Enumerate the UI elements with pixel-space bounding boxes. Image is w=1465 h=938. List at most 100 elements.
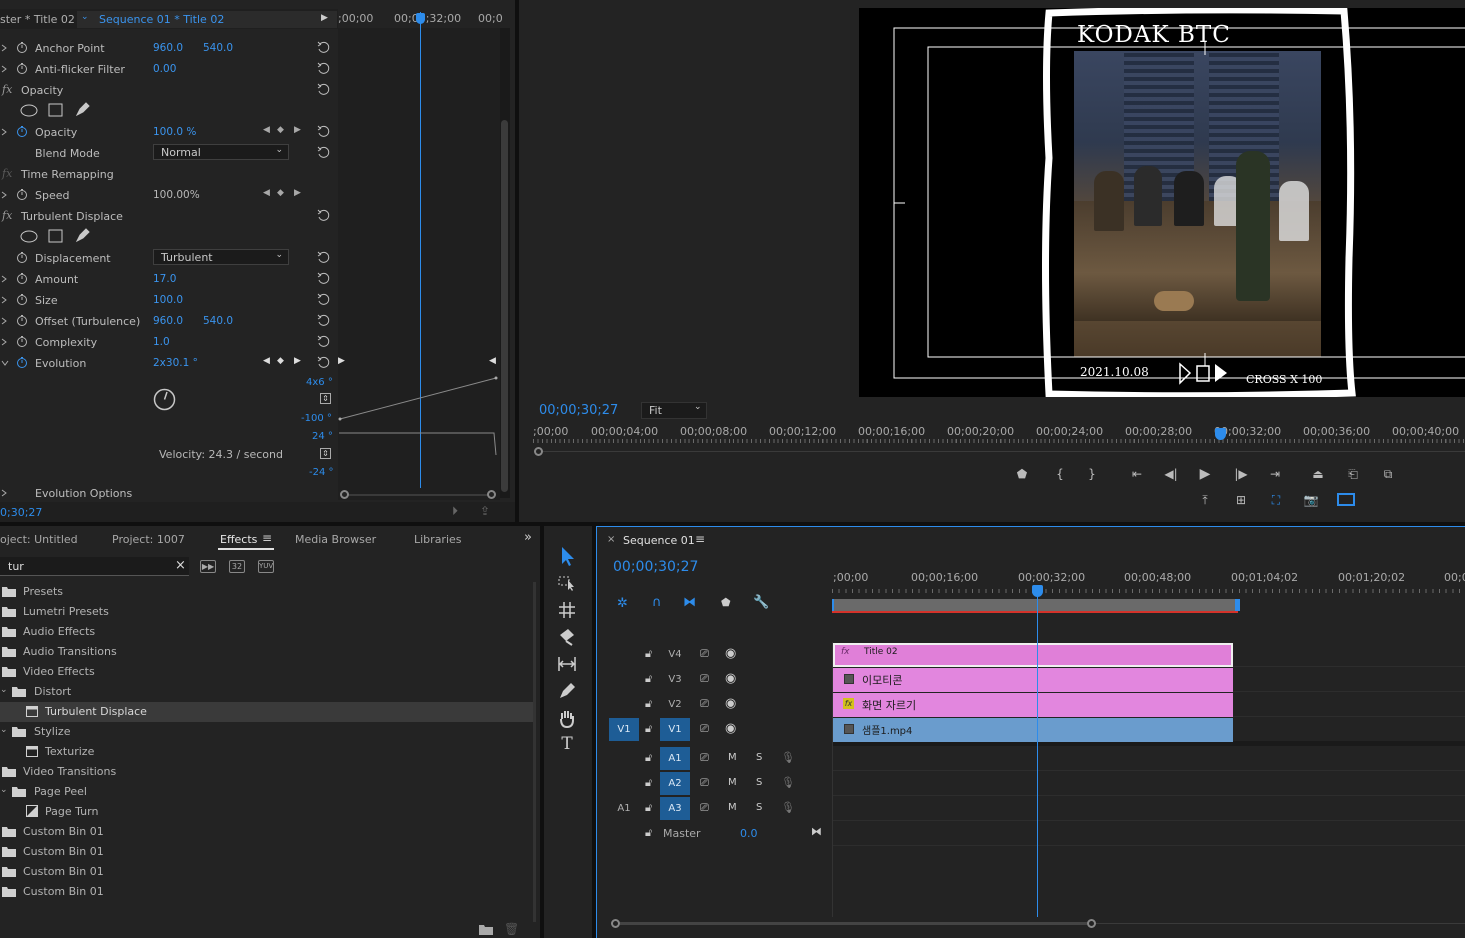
ec-scrollbar[interactable] (500, 28, 510, 498)
blend-mode-dropdown[interactable]: Normal ⌄ (153, 144, 289, 160)
ellipse-mask-icon[interactable] (20, 104, 38, 117)
reset-icon[interactable] (316, 313, 330, 327)
source-patch-a1[interactable]: A1 (609, 797, 639, 820)
prev-keyframe-icon[interactable]: ◀ (263, 125, 270, 135)
list-item[interactable]: Lumetri Presets (0, 602, 533, 622)
track-select-tool-icon[interactable] (556, 572, 578, 594)
new-bin-icon[interactable] (479, 924, 494, 936)
list-item[interactable]: Page Turn (0, 802, 533, 822)
ec-timecode[interactable]: 0;30;27 (0, 506, 42, 519)
reset-icon[interactable] (316, 124, 330, 138)
stopwatch-icon[interactable] (16, 251, 28, 263)
lock-icon[interactable]: 🔓︎ (645, 751, 652, 765)
rectangle-mask-icon[interactable] (48, 229, 63, 243)
stopwatch-icon[interactable] (16, 335, 28, 347)
sync-lock-icon[interactable]: ⎚ (700, 801, 709, 815)
add-keyframe-icon[interactable]: ◆ (277, 356, 284, 366)
extract-icon[interactable]: ⎗ (1345, 467, 1361, 481)
list-item[interactable]: Texturize (0, 742, 533, 762)
slip-tool-icon[interactable] (556, 653, 578, 675)
prev-keyframe-icon[interactable]: ◀ (263, 188, 270, 198)
snap-icon[interactable]: ∩ (652, 595, 662, 610)
add-keyframe-icon[interactable]: ◆ (277, 125, 284, 135)
lock-icon[interactable]: 🔓︎ (645, 776, 652, 790)
timeline-timecode[interactable]: 00;00;30;27 (613, 559, 698, 575)
tab-project-1007[interactable]: Project: 1007 (112, 533, 185, 546)
tab-effects[interactable]: Effects (220, 533, 257, 546)
track-a3[interactable]: A1 🔓︎ A3 ⎚ M S 🎙︎ (597, 796, 832, 821)
add-marker-icon[interactable]: ⬟ (721, 596, 731, 609)
stopwatch-icon[interactable] (16, 272, 28, 284)
sync-lock-icon[interactable]: ⎚ (700, 751, 709, 765)
program-zoom-handle[interactable] (534, 447, 543, 456)
eye-icon[interactable]: ◉ (725, 671, 736, 686)
panel-menu-icon[interactable]: ≡ (262, 531, 272, 545)
mark-out-icon[interactable]: } (1084, 467, 1100, 481)
list-item[interactable]: Custom Bin 01 (0, 862, 533, 882)
next-keyframe-icon[interactable]: ▶ (294, 125, 301, 135)
mark-in-icon[interactable]: { (1052, 467, 1068, 481)
camera-icon[interactable]: 📷 (1303, 493, 1319, 507)
sync-lock-icon[interactable]: ⎚ (700, 722, 709, 736)
linked-selection-icon[interactable]: ⧓ (683, 595, 696, 610)
reset-icon[interactable] (316, 271, 330, 285)
trash-icon[interactable]: 🗑 (504, 922, 519, 936)
track-v3[interactable]: 🔓︎ V3 ⎚ ◉ (597, 667, 832, 692)
mute-button[interactable]: M (728, 802, 737, 813)
reset-icon[interactable] (316, 292, 330, 306)
vr-video-icon[interactable] (1337, 493, 1355, 506)
selection-tool-icon[interactable] (556, 545, 578, 567)
solo-button[interactable]: S (756, 802, 762, 813)
mic-icon[interactable]: 🎙︎ (781, 751, 795, 764)
sync-lock-icon[interactable]: ⎚ (700, 672, 709, 686)
program-ruler[interactable]: ;00;00 00;00;04;00 00;00;08;00 00;00;12;… (533, 421, 1465, 449)
list-item[interactable]: Custom Bin 01 (0, 882, 533, 902)
program-video-frame[interactable]: KODAK BTC 2021.10.08 CROSS X 100 (859, 8, 1465, 397)
lock-icon[interactable]: 🔓︎ (645, 672, 652, 686)
nest-icon[interactable]: ✲ (617, 596, 628, 611)
angle-dial-icon[interactable] (153, 388, 176, 411)
play-only-icon[interactable]: ▶ (321, 13, 328, 23)
ec-section-opacity[interactable]: fx Opacity (0, 80, 336, 101)
eye-icon[interactable]: ◉ (725, 721, 736, 736)
accelerated-effects-icon[interactable]: ▶▶ (200, 560, 216, 573)
next-keyframe-icon[interactable]: ▶ (294, 188, 301, 198)
compare-view-icon[interactable]: ⧉ (1380, 467, 1396, 481)
close-icon[interactable]: × (607, 534, 615, 545)
track-a1[interactable]: 🔓︎ A1 ⎚ M S 🎙︎ (597, 746, 832, 771)
list-item[interactable]: ⌄ Stylize (0, 722, 533, 742)
pen-mask-icon[interactable] (75, 102, 90, 117)
reset-icon[interactable] (316, 61, 330, 75)
solo-button[interactable]: S (756, 752, 762, 763)
tab-sequence-01[interactable]: Sequence 01 (623, 534, 695, 547)
reset-icon[interactable] (316, 208, 330, 222)
reset-icon[interactable] (316, 82, 330, 96)
ec-section-turbulent-displace[interactable]: fx Turbulent Displace (0, 206, 336, 227)
ec-zoom-scroller[interactable] (340, 490, 496, 499)
type-tool-icon[interactable]: T (556, 734, 578, 756)
ec-section-time-remapping[interactable]: fx Time Remapping (0, 164, 336, 185)
stopwatch-icon[interactable] (16, 125, 28, 137)
add-marker-icon[interactable]: ⬟ (1014, 467, 1030, 481)
wrench-icon[interactable]: 🔧 (753, 595, 769, 610)
timeline-scroller[interactable] (611, 919, 1465, 929)
keyframe-marker[interactable]: ▶ (338, 356, 345, 366)
list-item-selected[interactable]: Turbulent Displace (0, 702, 533, 722)
razor-tool-icon[interactable] (556, 626, 578, 648)
stopwatch-icon[interactable] (16, 41, 28, 53)
mic-icon[interactable]: 🎙︎ (781, 801, 795, 814)
next-keyframe-icon[interactable]: ▶ (294, 356, 301, 366)
export-icon[interactable]: ⇪ (480, 504, 490, 518)
zoom-graph-icon[interactable]: ⇕ (320, 448, 331, 459)
stopwatch-icon[interactable] (16, 62, 28, 74)
displacement-dropdown[interactable]: Turbulent ⌄ (153, 249, 289, 265)
ec-master-clip-label[interactable]: ster * Title 02 (0, 13, 75, 26)
program-timecode[interactable]: 00;00;30;27 (539, 403, 618, 418)
lock-icon[interactable]: 🔓︎ (645, 647, 652, 661)
mute-button[interactable]: M (728, 777, 737, 788)
zoom-graph-icon[interactable]: ⇕ (320, 393, 331, 404)
track-v4[interactable]: 🔓︎ V4 ⎚ ◉ (597, 642, 832, 667)
yuv-effects-icon[interactable]: YUV (258, 560, 274, 573)
master-volume-value[interactable]: 0.0 (740, 827, 758, 840)
clear-search-icon[interactable]: × (175, 558, 186, 573)
